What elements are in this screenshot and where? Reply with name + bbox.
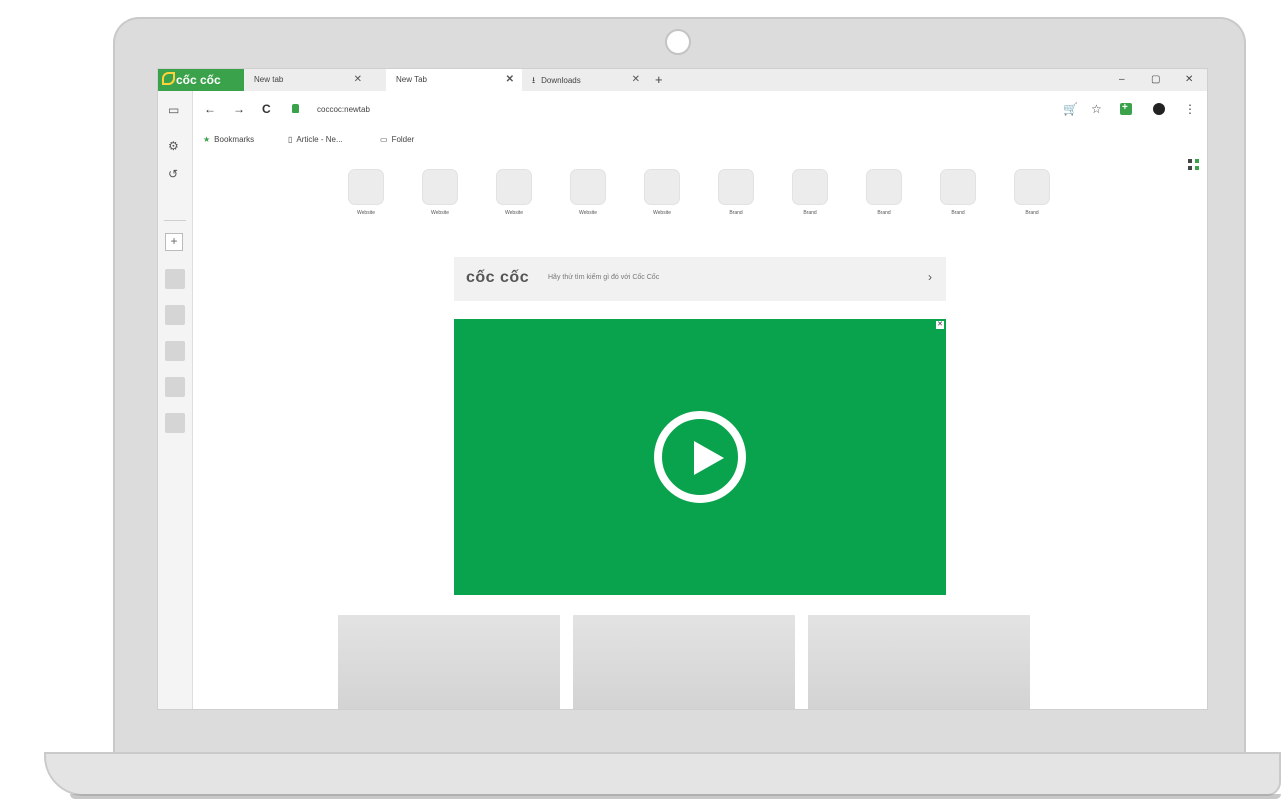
address-toolbar: ← → C coccoc:newtab 🛒 ☆ ⋮ [193, 91, 1207, 131]
browser-window: cốc cốc New tab ✕ New Tab ✕ ⭳ Downloads ✕… [157, 68, 1208, 710]
tab-bar: cốc cốc New tab ✕ New Tab ✕ ⭳ Downloads ✕… [158, 69, 1207, 91]
sidebar-slot[interactable] [165, 269, 185, 289]
sidebar-add-button[interactable]: + [165, 233, 183, 251]
sidebar-slot[interactable] [165, 413, 185, 433]
star-icon: ★ [203, 135, 211, 144]
page-icon: ▯ [288, 135, 293, 144]
speed-dial-tile[interactable]: Website [422, 169, 458, 216]
bookmark-item[interactable]: ▯ Article - Ne... [288, 135, 343, 144]
video-close-icon[interactable]: ✕ [936, 321, 944, 329]
search-box[interactable]: cốc cốc Hãy thử tìm kiếm gì đó với Cốc C… [454, 257, 946, 301]
settings-icon[interactable]: ⚙ [168, 139, 179, 153]
search-logo: cốc cốc [466, 269, 530, 286]
tile-icon [1014, 169, 1050, 205]
forward-button[interactable]: → [233, 102, 245, 116]
close-button[interactable]: ✕ [1185, 69, 1193, 91]
tab-close-icon[interactable]: ✕ [632, 69, 640, 91]
sidebar-slot[interactable] [165, 341, 185, 361]
speed-dial-tile[interactable]: Brand [718, 169, 754, 216]
cart-icon[interactable]: 🛒 [1063, 102, 1078, 116]
content-card[interactable] [808, 615, 1030, 709]
new-tab-button[interactable]: + [655, 69, 663, 91]
history-icon[interactable]: ↺ [168, 167, 178, 181]
bookmark-item[interactable]: ★ Bookmarks [203, 135, 254, 144]
reload-button[interactable]: C [262, 102, 271, 116]
folder-icon: ▭ [380, 135, 388, 144]
panel-icon[interactable]: ▭ [168, 103, 179, 117]
search-submit-icon[interactable]: › [928, 270, 932, 284]
tile-icon [792, 169, 828, 205]
play-triangle [694, 441, 724, 475]
tile-icon [496, 169, 532, 205]
tile-icon [644, 169, 680, 205]
video-banner[interactable]: ✕ [454, 319, 946, 595]
speed-dial-tile[interactable]: Website [348, 169, 384, 216]
extension-icon[interactable] [1120, 102, 1132, 115]
laptop-base-shadow [70, 794, 1281, 799]
tile-icon [940, 169, 976, 205]
bookmark-item[interactable]: ▭ Folder [380, 135, 414, 144]
speed-dial-tile[interactable]: Brand [940, 169, 976, 216]
play-icon[interactable] [654, 411, 746, 503]
maximize-button[interactable]: ▢ [1151, 69, 1160, 91]
tile-icon [570, 169, 606, 205]
speed-dial-tile[interactable]: Brand [792, 169, 828, 216]
speed-dial-tile[interactable]: Brand [1014, 169, 1050, 216]
lock-icon [292, 104, 299, 113]
tile-icon [348, 169, 384, 205]
tab-downloads[interactable]: ⭳ Downloads ✕ [522, 69, 648, 91]
camera [665, 29, 691, 55]
tab-close-icon[interactable]: ✕ [354, 69, 362, 91]
tab-new-tab-2[interactable]: New Tab ✕ [386, 69, 522, 91]
minimize-button[interactable]: – [1119, 69, 1125, 91]
content-card[interactable] [338, 615, 560, 709]
tile-icon [422, 169, 458, 205]
address-bar[interactable]: coccoc:newtab [317, 105, 370, 114]
content-card[interactable] [573, 615, 795, 709]
profile-avatar[interactable] [1153, 103, 1165, 115]
tab-close-icon[interactable]: ✕ [506, 69, 514, 91]
back-button[interactable]: ← [204, 102, 216, 116]
sidebar-slot[interactable] [165, 305, 185, 325]
menu-icon[interactable]: ⋮ [1184, 102, 1196, 116]
sidebar-slot[interactable] [165, 377, 185, 397]
speed-dial-tile[interactable]: Website [570, 169, 606, 216]
speed-dial-tile[interactable]: Website [644, 169, 680, 216]
search-input[interactable]: Hãy thử tìm kiếm gì đó với Cốc Cốc [548, 274, 659, 281]
brand-logo[interactable]: cốc cốc [158, 69, 244, 91]
download-icon: ⭳ [532, 75, 536, 85]
speed-dial-tile[interactable]: Website [496, 169, 532, 216]
laptop-base [44, 752, 1281, 796]
tab-new-tab-1[interactable]: New tab ✕ [244, 69, 370, 91]
speed-dial-tile[interactable]: Brand [866, 169, 902, 216]
sidebar-divider [164, 220, 186, 221]
leaf-icon [162, 72, 175, 85]
tile-icon [718, 169, 754, 205]
tile-icon [866, 169, 902, 205]
sidebar: ▭ ⚙ ↺ + [158, 91, 193, 709]
bookmark-star-icon[interactable]: ☆ [1091, 102, 1102, 116]
apps-grid-icon[interactable] [1188, 159, 1199, 170]
